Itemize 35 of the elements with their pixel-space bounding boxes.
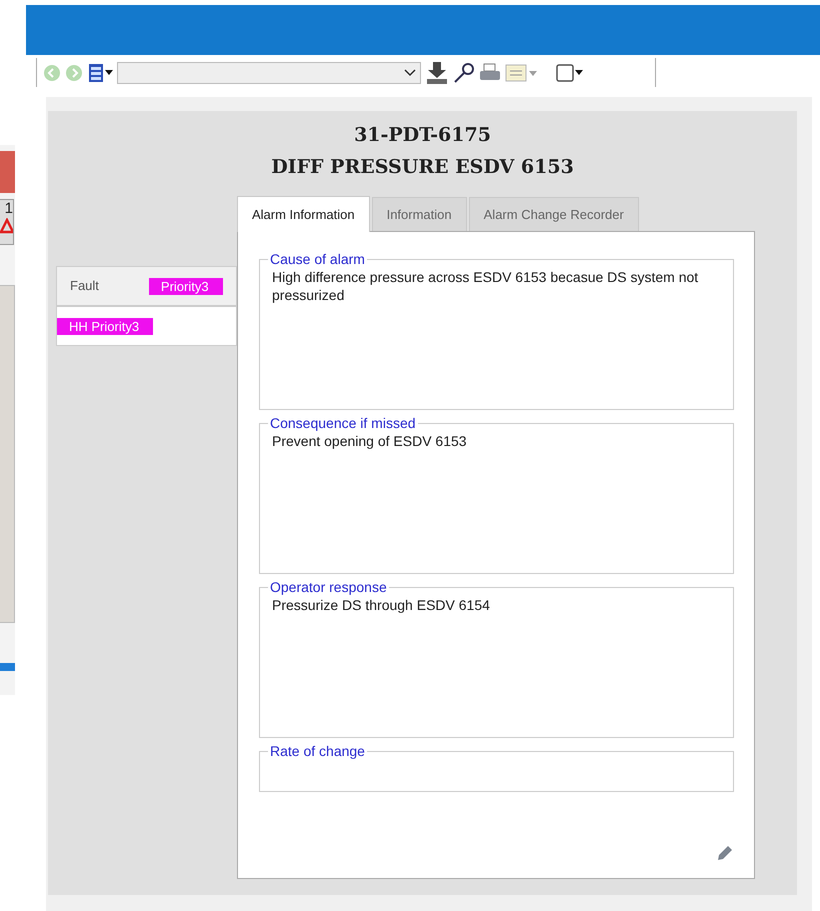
section-label: Consequence if missed	[269, 416, 417, 430]
tab[interactable]: Alarm Change Recorder	[468, 197, 639, 231]
alarm-title: DIFF PRESSURE ESDV 6153	[270, 155, 575, 180]
chevron-down-icon	[404, 68, 416, 76]
caret-icon	[105, 70, 113, 75]
warning-icon	[0, 218, 13, 234]
caret-icon	[575, 70, 583, 75]
forward-icon	[65, 64, 83, 82]
download-icon	[425, 60, 449, 84]
priority-tag: HH Priority3	[57, 318, 154, 334]
alarm-button[interactable]: 1	[0, 199, 14, 245]
toolbar-button[interactable]	[425, 60, 449, 86]
section-text: Pressurize DS through ESDV 6154	[272, 596, 491, 614]
tab[interactable]: Alarm Information	[237, 196, 370, 232]
window-icon	[555, 62, 575, 82]
section-text: High difference pressure across ESDV 6153 becasue DS system not pressurized	[272, 268, 700, 304]
table-icon	[505, 64, 527, 82]
alarm-label: Fault	[70, 277, 99, 296]
status-bar	[0, 663, 15, 671]
priority-tag: Priority3	[148, 278, 223, 294]
section-label: Cause of alarm	[269, 252, 366, 266]
alarm-row[interactable]: Fault Priority3	[56, 266, 237, 306]
alarm-row[interactable]: HH Priority3	[56, 306, 237, 346]
edit-icon[interactable]	[716, 844, 734, 862]
section-label: Operator response	[269, 580, 388, 594]
caret-icon	[529, 70, 537, 76]
tab[interactable]: Information	[372, 197, 467, 231]
window-header	[0, 151, 15, 193]
printer-icon	[479, 62, 501, 82]
alarm-title: 31-PDT-6175	[353, 123, 492, 148]
section-text: Prevent opening of ESDV 6153	[272, 432, 468, 450]
section-label: Rate of change	[269, 744, 366, 758]
back-icon	[43, 64, 61, 82]
dropdown-field[interactable]	[117, 62, 421, 84]
list-icon	[87, 62, 105, 82]
